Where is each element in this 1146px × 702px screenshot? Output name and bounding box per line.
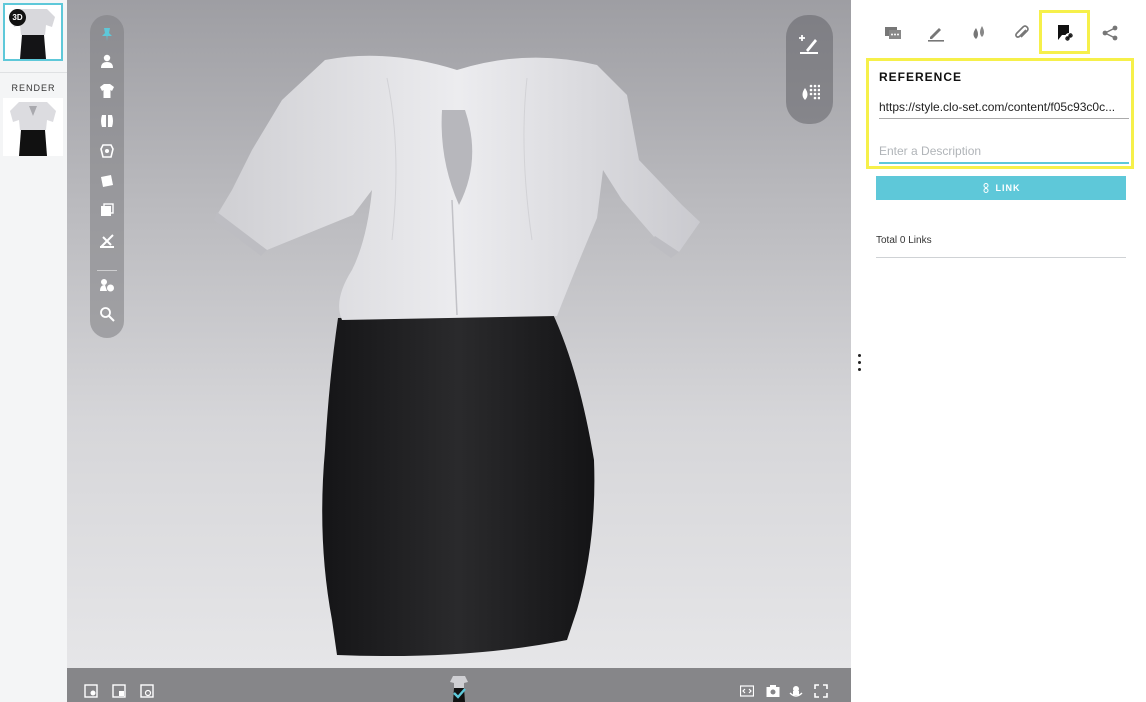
layout-icon[interactable] <box>112 684 126 698</box>
reference-section: REFERENCE <box>866 58 1134 169</box>
3d-viewport[interactable] <box>67 0 851 702</box>
pattern-icon[interactable] <box>98 112 116 130</box>
thumbnail-3d[interactable]: 3D <box>3 3 63 61</box>
total-links-count: Total 0 Links <box>876 235 932 246</box>
link-icon <box>983 183 988 193</box>
add-annotation-icon[interactable] <box>797 32 821 56</box>
garment-3d-model <box>214 55 700 656</box>
colorway-icon[interactable] <box>98 202 116 220</box>
render-thumbnail-image <box>10 102 56 156</box>
reference-description-field[interactable] <box>879 140 1129 164</box>
snapshot-icon[interactable] <box>140 684 154 698</box>
3d-badge: 3D <box>9 9 26 26</box>
pin-icon[interactable] <box>98 25 116 43</box>
thumbnail-strip: 3D RENDER <box>0 0 67 702</box>
kebab-icon <box>858 354 862 372</box>
toolbar-divider <box>97 270 117 271</box>
reference-link-icon[interactable] <box>1054 22 1076 44</box>
color-picker-icon[interactable] <box>797 81 821 105</box>
link-button-label: LINK <box>995 183 1021 193</box>
zoom-icon[interactable] <box>98 305 116 323</box>
share-icon[interactable] <box>1099 22 1121 44</box>
thumbnail-render[interactable] <box>3 98 63 156</box>
avatar-settings-icon[interactable] <box>98 276 116 294</box>
viewport-toolbar-right <box>786 15 833 124</box>
viewport-toolbar-left <box>90 15 124 338</box>
texture-icon[interactable] <box>98 172 116 190</box>
render-label: RENDER <box>11 83 56 93</box>
comments-icon[interactable] <box>882 22 904 44</box>
avatar-switch-icon[interactable] <box>448 674 470 702</box>
attachment-icon[interactable] <box>1011 22 1033 44</box>
panel-tab-bar <box>851 0 1146 56</box>
camera-icon[interactable] <box>766 684 780 698</box>
links-divider <box>876 257 1126 258</box>
fullscreen-icon[interactable] <box>814 684 828 698</box>
embed-code-icon[interactable] <box>739 684 755 698</box>
colorway-drops-icon[interactable] <box>968 22 990 44</box>
reference-title: REFERENCE <box>879 70 963 84</box>
edit-icon[interactable] <box>925 22 947 44</box>
panel-resize-handle[interactable] <box>851 0 869 702</box>
details-panel: REFERENCE LINK Total 0 Links <box>851 0 1146 702</box>
link-button[interactable]: LINK <box>876 176 1126 200</box>
fabric-icon[interactable] <box>98 142 116 160</box>
garment-icon[interactable] <box>98 82 116 100</box>
thumbnail-divider <box>0 72 67 73</box>
avatar-icon[interactable] <box>98 52 116 70</box>
measure-icon[interactable] <box>98 232 116 250</box>
reference-url-field[interactable] <box>879 95 1129 119</box>
viewport-settings-icon[interactable] <box>84 684 98 698</box>
viewport-bottom-bar <box>67 668 851 702</box>
turntable-icon[interactable] <box>789 684 803 698</box>
